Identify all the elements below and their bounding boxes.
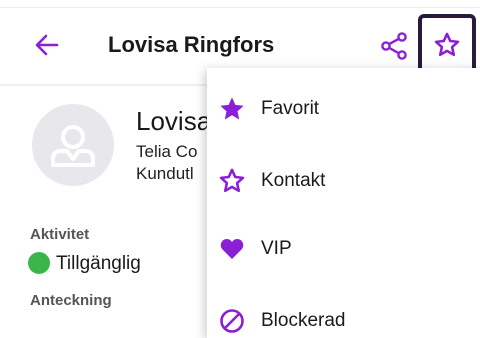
block-icon bbox=[217, 306, 247, 336]
menu-item-label: VIP bbox=[261, 238, 292, 259]
menu-item-kontakt[interactable]: Kontakt bbox=[207, 152, 480, 212]
menu-item-vip[interactable]: VIP bbox=[207, 220, 480, 280]
contact-role: Kundutl bbox=[136, 164, 194, 183]
menu-item-label: Favorit bbox=[261, 98, 320, 119]
share-button[interactable] bbox=[378, 30, 410, 62]
share-icon bbox=[381, 32, 407, 60]
favorite-dropdown-menu: Favorit Kontakt VIP Blockerad bbox=[207, 68, 480, 338]
page-title: Lovisa Ringfors bbox=[108, 32, 275, 57]
note-label: Anteckning bbox=[30, 292, 112, 309]
star-filled-icon bbox=[217, 94, 247, 124]
arrow-left-icon bbox=[35, 34, 59, 56]
back-button[interactable] bbox=[32, 30, 62, 60]
status-bar-edge bbox=[0, 0, 480, 8]
menu-item-label: Kontakt bbox=[261, 170, 326, 191]
status-available-dot bbox=[28, 252, 50, 274]
person-placeholder-icon bbox=[51, 125, 95, 167]
contact-name: Lovisa bbox=[136, 106, 212, 136]
activity-label: Aktivitet bbox=[30, 226, 90, 243]
heart-icon bbox=[217, 234, 247, 264]
star-outline-icon bbox=[434, 32, 460, 57]
menu-item-label: Blockerad bbox=[261, 310, 346, 331]
avatar bbox=[32, 104, 114, 186]
star-outline-icon bbox=[217, 166, 247, 196]
contact-company: Telia Co bbox=[136, 142, 198, 161]
menu-item-blockerad[interactable]: Blockerad bbox=[207, 292, 480, 338]
activity-value: Tillgänglig bbox=[56, 253, 141, 274]
menu-item-favorit[interactable]: Favorit bbox=[207, 80, 480, 140]
favorite-button[interactable] bbox=[418, 14, 476, 76]
